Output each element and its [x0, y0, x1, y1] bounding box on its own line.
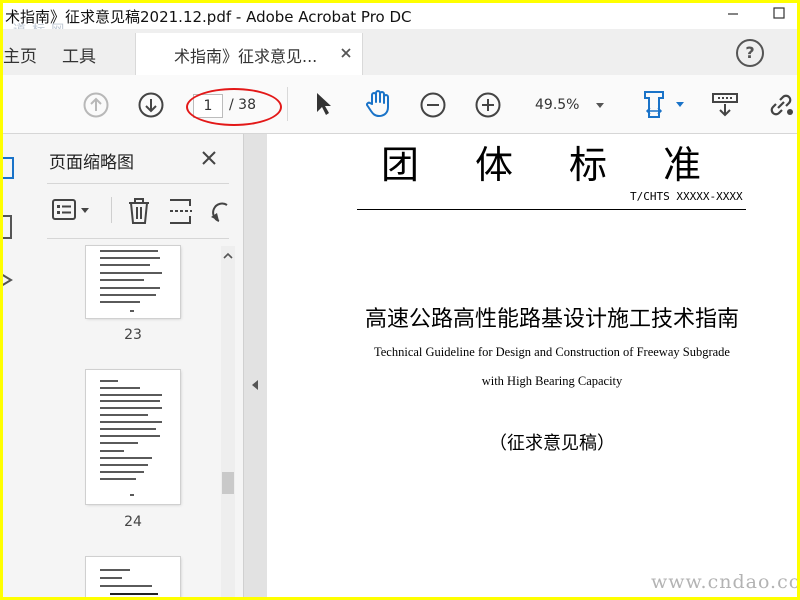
title-bar: 术指南》征求意见稿2021.12.pdf - Adobe Acrobat Pro…	[3, 3, 797, 38]
thumbnail-page-number: 23	[124, 327, 142, 343]
select-cursor-icon[interactable]	[312, 90, 334, 118]
page-thumbnails-icon[interactable]	[3, 156, 19, 180]
scrollbar-thumb[interactable]	[222, 472, 234, 494]
next-page-icon[interactable]	[137, 91, 165, 119]
document-chinese-title: 高速公路高性能路基设计施工技术指南	[364, 307, 739, 332]
annotation-ellipse	[186, 88, 282, 126]
acrobat-window: 术指南》征求意见稿2021.12.pdf - Adobe Acrobat Pro…	[3, 3, 797, 597]
toolbar: 1 / 38 49.5%	[3, 75, 797, 134]
document-tab-label: 术指南》征求意见...	[174, 47, 318, 66]
document-english-title-line2: with High Bearing Capacity	[481, 374, 623, 388]
zoom-dropdown-icon[interactable]	[596, 103, 604, 108]
toolbar-divider	[287, 87, 288, 121]
page-thumbnail[interactable]	[86, 246, 180, 318]
document-code: T/CHTS XXXXX-XXXX	[630, 190, 743, 203]
document-view[interactable]: 团体标准 T/CHTS XXXXX-XXXX 高速公路高性能路基设计施工技术指南…	[267, 134, 797, 597]
previous-page-icon[interactable]	[82, 91, 110, 119]
page-thumbnail[interactable]	[86, 370, 180, 504]
panel-divider	[47, 183, 229, 184]
fit-page-icon[interactable]	[642, 89, 688, 121]
close-tab-icon[interactable]	[339, 46, 353, 60]
scroll-up-icon[interactable]	[223, 251, 233, 261]
zoom-out-icon[interactable]	[419, 91, 447, 119]
tab-document[interactable]: 术指南》征求意见...	[135, 33, 363, 75]
link-share-icon[interactable]	[766, 91, 796, 119]
toolbar-divider	[111, 197, 112, 223]
panel-divider	[47, 238, 229, 239]
tab-home[interactable]: 主页	[3, 42, 37, 67]
panel-splitter[interactable]	[243, 134, 269, 597]
collapse-panel-icon[interactable]	[252, 380, 258, 390]
panel-title: 页面缩略图	[49, 153, 134, 173]
delete-page-icon[interactable]	[125, 197, 153, 225]
zoom-in-icon[interactable]	[474, 91, 502, 119]
bookmarks-icon[interactable]	[3, 214, 19, 240]
site-watermark: www.cndao.com	[651, 571, 797, 593]
zoom-level[interactable]: 49.5%	[535, 97, 579, 113]
document-heading: 团体标准	[381, 143, 758, 187]
attachments-icon[interactable]	[3, 268, 19, 292]
tab-bar: 主页 工具 术指南》征求意见... ?	[3, 29, 797, 76]
navigation-strip	[3, 134, 26, 597]
rotate-page-icon[interactable]	[207, 197, 231, 225]
thumbnail-scrollbar[interactable]	[221, 246, 235, 597]
minimize-icon[interactable]	[723, 5, 743, 23]
insert-page-icon[interactable]	[167, 197, 195, 225]
close-panel-icon[interactable]	[201, 150, 217, 166]
document-english-title-line1: Technical Guideline for Design and Const…	[374, 345, 730, 359]
page-thumbnail[interactable]	[86, 557, 180, 597]
thumbnail-options-icon[interactable]	[51, 197, 95, 223]
tab-tools[interactable]: 工具	[62, 42, 96, 67]
window-title: 术指南》征求意见稿2021.12.pdf - Adobe Acrobat Pro…	[5, 8, 412, 26]
maximize-icon[interactable]	[769, 5, 789, 23]
heading-rule	[357, 209, 746, 210]
thumbnail-panel: 页面缩略图 23 24	[25, 134, 243, 597]
thumbnail-page-number: 24	[124, 514, 142, 530]
hand-tool-icon[interactable]	[363, 89, 395, 119]
help-button[interactable]: ?	[736, 39, 764, 67]
draft-label: （征求意见稿）	[489, 433, 615, 454]
scroll-mode-icon[interactable]	[710, 91, 740, 119]
